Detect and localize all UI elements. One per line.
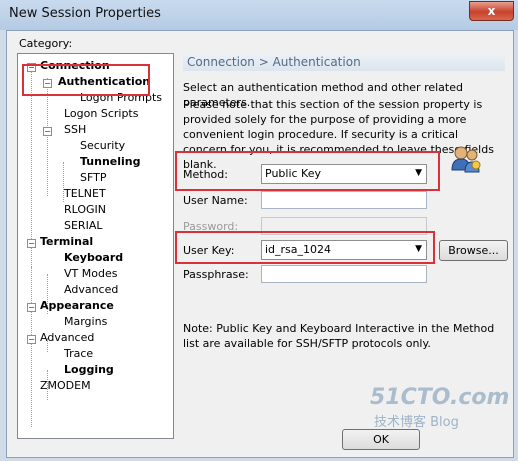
passphrase-label: Passphrase: <box>183 268 249 281</box>
title-bar: New Session Properties x <box>0 0 518 30</box>
watermark-caption: 技术博客 Blog <box>374 415 459 430</box>
close-button[interactable]: x <box>469 1 514 21</box>
tree-item-security[interactable]: Security <box>80 139 125 153</box>
collapse-icon[interactable]: − <box>27 239 36 248</box>
tree-line <box>31 267 32 427</box>
collapse-icon[interactable]: − <box>27 335 36 344</box>
tree-item-appearance[interactable]: Appearance <box>40 299 114 313</box>
watermark-logo: 51CTO.com <box>370 385 510 410</box>
username-label: User Name: <box>183 194 248 207</box>
tree-item-serial[interactable]: SERIAL <box>64 219 102 233</box>
tree-item-zmodem[interactable]: ZMODEM <box>40 379 91 393</box>
footer-note: Note: Public Key and Keyboard Interactiv… <box>183 322 495 350</box>
users-icon <box>451 146 481 173</box>
tree-item-logging[interactable]: Logging <box>64 363 114 377</box>
tree-item-vt-modes[interactable]: VT Modes <box>64 267 117 281</box>
window-title: New Session Properties <box>9 6 161 21</box>
tree-item-telnet[interactable]: TELNET <box>64 187 106 201</box>
tree-line <box>31 67 32 267</box>
category-label: Category: <box>19 37 73 50</box>
highlight-box <box>22 64 150 96</box>
highlight-box <box>175 151 440 191</box>
tree-item-tunneling[interactable]: Tunneling <box>80 155 141 169</box>
username-field[interactable] <box>261 191 427 209</box>
highlight-box <box>175 231 435 264</box>
tree-item-advanced[interactable]: Advanced <box>40 331 94 345</box>
tree-item-logon-scripts[interactable]: Logon Scripts <box>64 107 138 121</box>
collapse-icon[interactable]: − <box>43 127 52 136</box>
browse-button[interactable]: Browse... <box>439 240 508 261</box>
tree-item-margins[interactable]: Margins <box>64 315 107 329</box>
passphrase-field[interactable] <box>261 265 427 283</box>
category-tree[interactable]: − Connection − Authentication Logon Prom… <box>17 53 174 439</box>
close-icon: x <box>487 4 496 18</box>
ok-button[interactable]: OK <box>342 429 420 450</box>
tree-item-terminal-advanced[interactable]: Advanced <box>64 283 118 297</box>
tree-item-ssh[interactable]: SSH <box>64 123 86 137</box>
tree-item-terminal[interactable]: Terminal <box>40 235 93 249</box>
tree-item-rlogin[interactable]: RLOGIN <box>64 203 106 217</box>
tree-item-trace[interactable]: Trace <box>64 347 93 361</box>
tree-item-sftp[interactable]: SFTP <box>80 171 106 185</box>
panel-header: Connection > Authentication <box>183 53 505 71</box>
collapse-icon[interactable]: − <box>27 303 36 312</box>
tree-item-keyboard[interactable]: Keyboard <box>64 251 123 265</box>
